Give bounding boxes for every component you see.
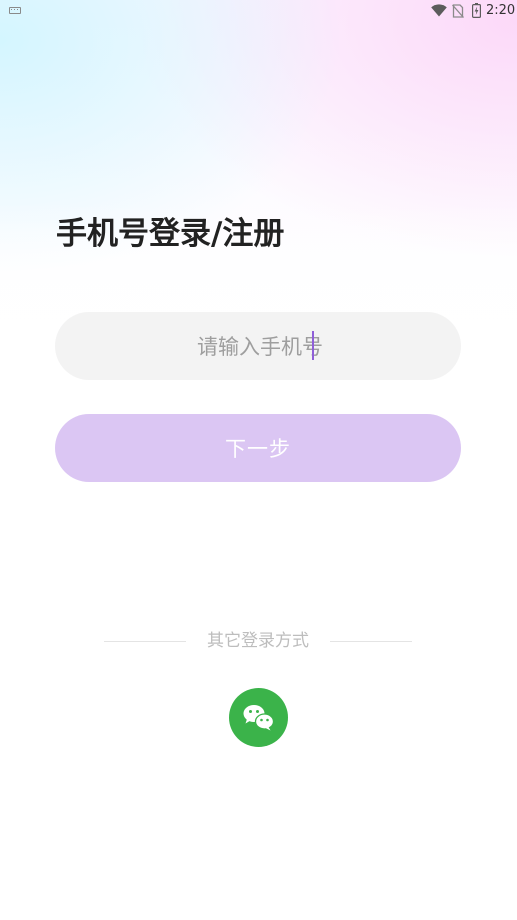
- header-gradient-background: [0, 0, 517, 360]
- no-sim-icon: [452, 4, 464, 18]
- wechat-login-button[interactable]: [229, 688, 288, 747]
- text-cursor: [312, 331, 314, 360]
- divider-right: [330, 641, 412, 642]
- next-step-button[interactable]: 下一步: [55, 414, 461, 482]
- status-time: 2:20: [486, 3, 516, 18]
- phone-input-container[interactable]: [55, 312, 465, 382]
- wifi-icon: [431, 4, 447, 17]
- wechat-icon: [243, 705, 275, 731]
- divider-left: [104, 641, 186, 642]
- status-bar: 2:20: [0, 0, 517, 22]
- phone-number-input[interactable]: [55, 312, 465, 382]
- keyboard-icon: [9, 7, 21, 14]
- next-step-button-label: 下一步: [225, 437, 291, 461]
- page-title: 手机号登录/注册: [56, 216, 285, 252]
- battery-icon: [472, 3, 481, 18]
- other-login-methods-label: 其它登录方式: [207, 631, 309, 651]
